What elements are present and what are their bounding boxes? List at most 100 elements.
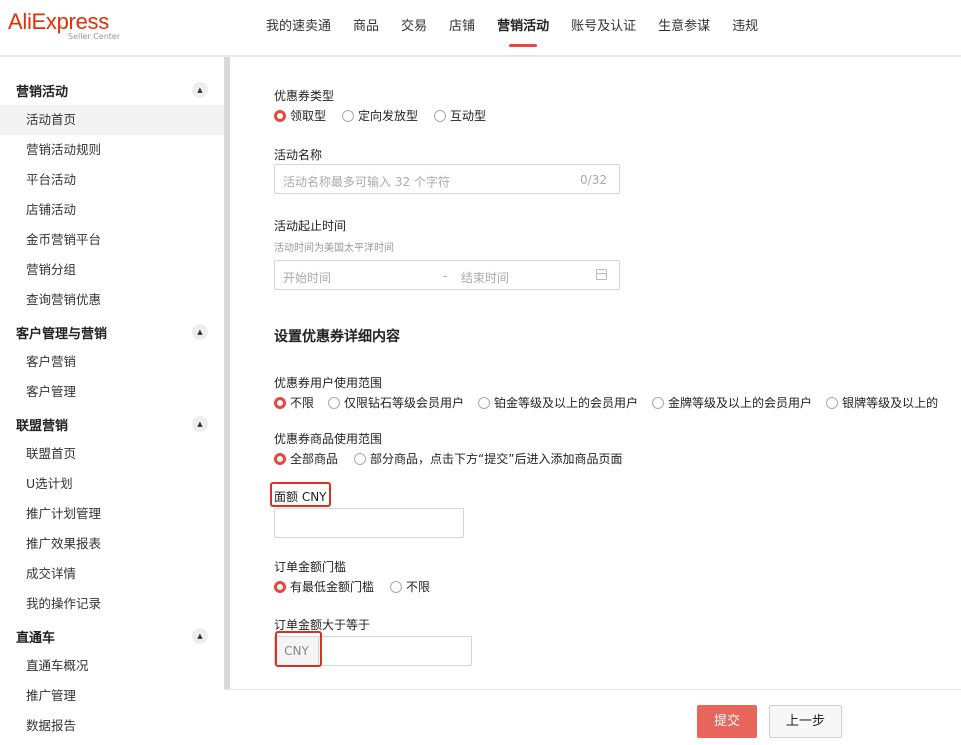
- nav-violations[interactable]: 违规: [732, 0, 758, 56]
- radio-checked-icon: [274, 452, 286, 465]
- radio-min-threshold[interactable]: 有最低金额门槛: [274, 578, 374, 595]
- sidebar-item-platform-activity[interactable]: 平台活动: [0, 165, 224, 195]
- aliexpress-logo[interactable]: AliExpress Seller Center: [8, 9, 120, 42]
- radio-no-threshold[interactable]: 不限: [390, 578, 430, 595]
- char-counter: 0/32: [580, 173, 607, 187]
- sidebar-group-title: 联盟营销: [16, 418, 69, 434]
- collapse-up-icon[interactable]: ▲: [192, 82, 208, 98]
- nav-store[interactable]: 店铺: [449, 0, 475, 56]
- top-header: AliExpress Seller Center 我的速卖通 商品 交易 店铺 …: [0, 0, 961, 56]
- sidebar-group-title: 营销活动: [16, 84, 69, 100]
- radio-user-platinum[interactable]: 铂金等级及以上的会员用户: [478, 394, 638, 411]
- sidebar-group-customers[interactable]: 客户管理与营销 ▲: [0, 317, 224, 347]
- sidebar-item-affiliate-home[interactable]: 联盟首页: [0, 439, 224, 469]
- radio-unchecked-icon: [328, 396, 341, 409]
- radio-label: 铂金等级及以上的会员用户: [494, 396, 639, 410]
- sidebar-item-query-discounts[interactable]: 查询营销优惠: [0, 285, 224, 315]
- radio-label: 金牌等级及以上的会员用户: [668, 396, 813, 410]
- radio-targeted-type[interactable]: 定向发放型: [342, 107, 418, 124]
- radio-label: 部分商品，点击下方“提交”后进入添加商品页面: [370, 452, 623, 466]
- nav-my-aliexpress[interactable]: 我的速卖通: [266, 0, 331, 56]
- logo-subtitle: Seller Center: [68, 32, 121, 41]
- sidebar-item-customer-management[interactable]: 客户管理: [0, 377, 224, 407]
- sidebar-item-data-reports[interactable]: 数据报告: [0, 711, 224, 741]
- sidebar-item-deal-details[interactable]: 成交详情: [0, 559, 224, 589]
- radio-checked-icon: [274, 109, 286, 122]
- end-time-placeholder: 结束时间: [461, 271, 510, 285]
- radio-unchecked-icon: [342, 109, 355, 122]
- nav-trade[interactable]: 交易: [401, 0, 427, 56]
- date-range-picker[interactable]: 开始时间 - 结束时间: [274, 260, 620, 290]
- order-threshold-radio-group: 有最低金额门槛 不限: [274, 578, 446, 595]
- radio-interactive-type[interactable]: 互动型: [434, 107, 486, 124]
- sidebar: 营销活动 ▲ 活动首页 营销活动规则 平台活动 店铺活动 金币营销平台 营销分组…: [0, 57, 224, 745]
- nav-products[interactable]: 商品: [353, 0, 379, 56]
- order-threshold-label: 订单金额门槛: [274, 560, 347, 574]
- radio-unchecked-icon: [478, 396, 491, 409]
- radio-unchecked-icon: [390, 580, 403, 593]
- face-value-label: 面额 CNY: [274, 490, 327, 504]
- activity-name-input[interactable]: 活动名称最多可输入 32 个字符 0/32: [274, 164, 620, 194]
- sidebar-item-u-select[interactable]: U选计划: [0, 469, 224, 499]
- calendar-icon[interactable]: [596, 269, 607, 280]
- sidebar-item-store-activity[interactable]: 店铺活动: [0, 195, 224, 225]
- sidebar-group-ads[interactable]: 直通车 ▲: [0, 621, 224, 651]
- radio-label: 仅限钻石等级会员用户: [344, 396, 465, 410]
- radio-label: 有最低金额门槛: [290, 580, 375, 594]
- sidebar-item-ads-overview[interactable]: 直通车概况: [0, 651, 224, 681]
- logo-text: AliExpress: [8, 9, 109, 34]
- sidebar-item-promo-management[interactable]: 推广管理: [0, 681, 224, 711]
- collapse-up-icon[interactable]: ▲: [192, 416, 208, 432]
- coupon-type-radio-group: 领取型 定向发放型 互动型: [274, 107, 502, 124]
- form-footer: 提交 上一步: [224, 689, 961, 745]
- radio-user-silver[interactable]: 银牌等级及以上的: [826, 394, 938, 411]
- radio-label: 定向发放型: [358, 109, 419, 123]
- radio-unchecked-icon: [354, 452, 367, 465]
- radio-unchecked-icon: [652, 396, 665, 409]
- user-scope-radio-group: 不限 仅限钻石等级会员用户 铂金等级及以上的会员用户 金牌等级及以上的会员用户 …: [274, 394, 938, 411]
- collapse-up-icon[interactable]: ▲: [192, 628, 208, 644]
- product-scope-label: 优惠券商品使用范围: [274, 432, 383, 446]
- sidebar-item-coin-marketing[interactable]: 金币营销平台: [0, 225, 224, 255]
- sidebar-item-promo-plans[interactable]: 推广计划管理: [0, 499, 224, 529]
- radio-label: 互动型: [450, 109, 487, 123]
- radio-claim-type[interactable]: 领取型: [274, 107, 326, 124]
- sidebar-group-marketing[interactable]: 营销活动 ▲: [0, 75, 224, 105]
- nav-account[interactable]: 账号及认证: [571, 0, 636, 56]
- radio-checked-icon: [274, 396, 286, 409]
- radio-user-any[interactable]: 不限: [274, 394, 314, 411]
- activity-time-hint: 活动时间为美国太平洋时间: [274, 243, 394, 254]
- sidebar-item-customer-marketing[interactable]: 客户营销: [0, 347, 224, 377]
- sidebar-group-affiliate[interactable]: 联盟营销 ▲: [0, 409, 224, 439]
- radio-user-diamond[interactable]: 仅限钻石等级会员用户: [328, 394, 464, 411]
- submit-button[interactable]: 提交: [697, 705, 757, 738]
- back-button[interactable]: 上一步: [769, 705, 842, 738]
- radio-label: 领取型: [290, 109, 327, 123]
- radio-label: 银牌等级及以上的: [842, 396, 939, 410]
- sidebar-item-marketing-rules[interactable]: 营销活动规则: [0, 135, 224, 165]
- face-value-input[interactable]: [274, 508, 464, 538]
- main-nav: 我的速卖通 商品 交易 店铺 营销活动 账号及认证 生意参谋 违规: [266, 0, 780, 56]
- coupon-form: 优惠券类型 领取型 定向发放型 互动型 活动名称 活动名称最多可输入 32 个字…: [230, 57, 961, 689]
- sidebar-group-title: 直通车: [16, 630, 56, 646]
- sidebar-item-operation-log[interactable]: 我的操作记录: [0, 589, 224, 619]
- user-scope-label: 优惠券用户使用范围: [274, 376, 383, 390]
- start-time-placeholder: 开始时间: [283, 271, 332, 285]
- sidebar-item-marketing-groups[interactable]: 营销分组: [0, 255, 224, 285]
- product-scope-radio-group: 全部商品 部分商品，点击下方“提交”后进入添加商品页面: [274, 450, 638, 467]
- nav-marketing[interactable]: 营销活动: [497, 0, 549, 56]
- radio-unchecked-icon: [826, 396, 839, 409]
- nav-business-advisor[interactable]: 生意参谋: [658, 0, 710, 56]
- activity-time-label: 活动起止时间: [274, 219, 347, 233]
- sidebar-item-activity-home[interactable]: 活动首页: [0, 105, 224, 135]
- section-title: 设置优惠券详细内容: [274, 329, 400, 345]
- coupon-type-label: 优惠券类型: [274, 89, 335, 103]
- radio-all-products[interactable]: 全部商品: [274, 450, 338, 467]
- collapse-up-icon[interactable]: ▲: [192, 324, 208, 340]
- radio-label: 不限: [290, 396, 315, 410]
- radio-user-gold[interactable]: 金牌等级及以上的会员用户: [652, 394, 812, 411]
- date-separator: -: [443, 269, 448, 283]
- sidebar-item-promo-reports[interactable]: 推广效果报表: [0, 529, 224, 559]
- radio-partial-products[interactable]: 部分商品，点击下方“提交”后进入添加商品页面: [354, 450, 622, 467]
- sidebar-group-title: 客户管理与营销: [16, 326, 108, 342]
